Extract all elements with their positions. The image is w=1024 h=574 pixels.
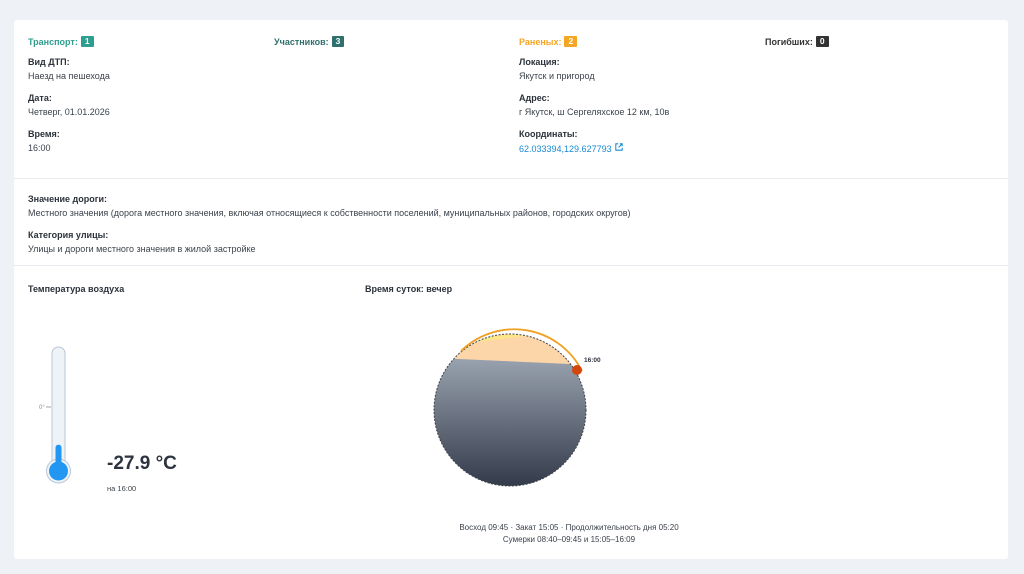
thermometer: [46, 346, 71, 484]
stat-dead-label: Погибших:: [765, 36, 813, 47]
stat-injured-badge: 2: [564, 36, 578, 47]
stat-participants-label: Участников:: [274, 36, 329, 47]
field-street-category: Категория улицы: Улицы и дороги местного…: [28, 230, 256, 254]
field-location: Локация: Якутск и пригород: [519, 57, 595, 81]
thermometer-bulb: [49, 461, 68, 481]
time-value: 16:00: [28, 143, 51, 153]
field-accident-type: Вид ДТП: Наезд на пешехода: [28, 57, 110, 81]
time-label: Время:: [28, 129, 60, 139]
stats-row: Транспорт: 1 Участников: 3 Раненых: 2 По…: [28, 36, 994, 48]
stat-injured-label: Раненых:: [519, 36, 562, 47]
street-category-value: Улицы и дороги местного значения в жилой…: [28, 244, 256, 254]
stat-participants-badge: 3: [331, 36, 345, 47]
time-marker: [572, 365, 582, 375]
date-value: Четверг, 01.01.2026: [28, 107, 110, 117]
stat-transport: Транспорт: 1: [28, 36, 94, 47]
coordinates-link[interactable]: 62.033394,129.627793: [519, 144, 612, 154]
address-value: г Якутск, ш Сергеляхское 12 км, 10в: [519, 107, 670, 117]
time-marker-label: 16:00: [584, 357, 601, 364]
daytime-title: Время суток: вечер: [365, 284, 453, 294]
stat-participants: Участников: 3: [274, 36, 345, 47]
location-value: Якутск и пригород: [519, 71, 595, 81]
field-time: Время: 16:00: [28, 129, 60, 153]
accident-type-value: Наезд на пешехода: [28, 71, 110, 81]
temperature-title: Температура воздуха: [28, 284, 125, 294]
divider-1: [14, 178, 1008, 179]
address-label: Адрес:: [519, 93, 550, 103]
field-date: Дата: Четверг, 01.01.2026: [28, 93, 110, 117]
accident-card: Транспорт: 1 Участников: 3 Раненых: 2 По…: [14, 20, 1008, 559]
sun-dial: [433, 328, 587, 487]
field-road-significance: Значение дороги: Местного значения (доро…: [28, 194, 631, 218]
stat-dead-badge: 0: [815, 36, 829, 47]
temperature-value: -27.9 °C: [107, 453, 177, 474]
field-coordinates: Координаты: 62.033394,129.627793: [519, 129, 623, 154]
temperature-time: на 16:00: [107, 484, 137, 493]
divider-2: [14, 265, 1008, 266]
road-significance-label: Значение дороги:: [28, 194, 108, 204]
accident-type-label: Вид ДТП:: [28, 57, 70, 67]
stat-injured: Раненых: 2: [519, 36, 578, 47]
location-label: Локация:: [519, 57, 560, 67]
road-significance-value: Местного значения (дорога местного значе…: [28, 208, 631, 218]
twilight-info: Сумерки 08:40–09:45 и 15:05–16:09: [502, 535, 636, 544]
external-link-icon[interactable]: [615, 143, 623, 151]
date-label: Дата:: [28, 93, 52, 103]
zero-label: 0°: [39, 405, 45, 411]
street-category-label: Категория улицы:: [28, 230, 109, 240]
field-address: Адрес: г Якутск, ш Сергеляхское 12 км, 1…: [519, 93, 669, 117]
coordinates-label: Координаты:: [519, 129, 578, 139]
sunrise-info: Восход 09:45 · Закат 15:05 · Продолжител…: [459, 523, 679, 532]
coordinates-value: 62.033394,129.627793: [519, 144, 612, 154]
stat-transport-badge: 1: [80, 36, 94, 47]
stat-dead: Погибших: 0: [765, 36, 829, 47]
stat-transport-label: Транспорт:: [28, 36, 78, 47]
